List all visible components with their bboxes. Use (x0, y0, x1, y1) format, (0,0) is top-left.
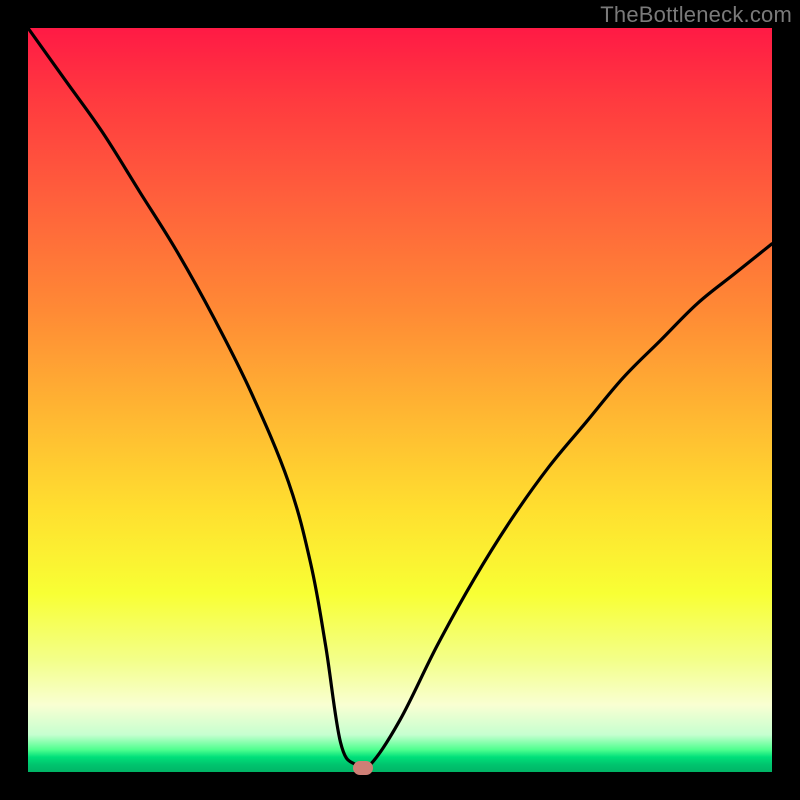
optimal-marker (353, 761, 373, 775)
bottleneck-curve (28, 28, 772, 772)
watermark-label: TheBottleneck.com (600, 2, 792, 28)
chart-frame: TheBottleneck.com (0, 0, 800, 800)
plot-area (28, 28, 772, 772)
